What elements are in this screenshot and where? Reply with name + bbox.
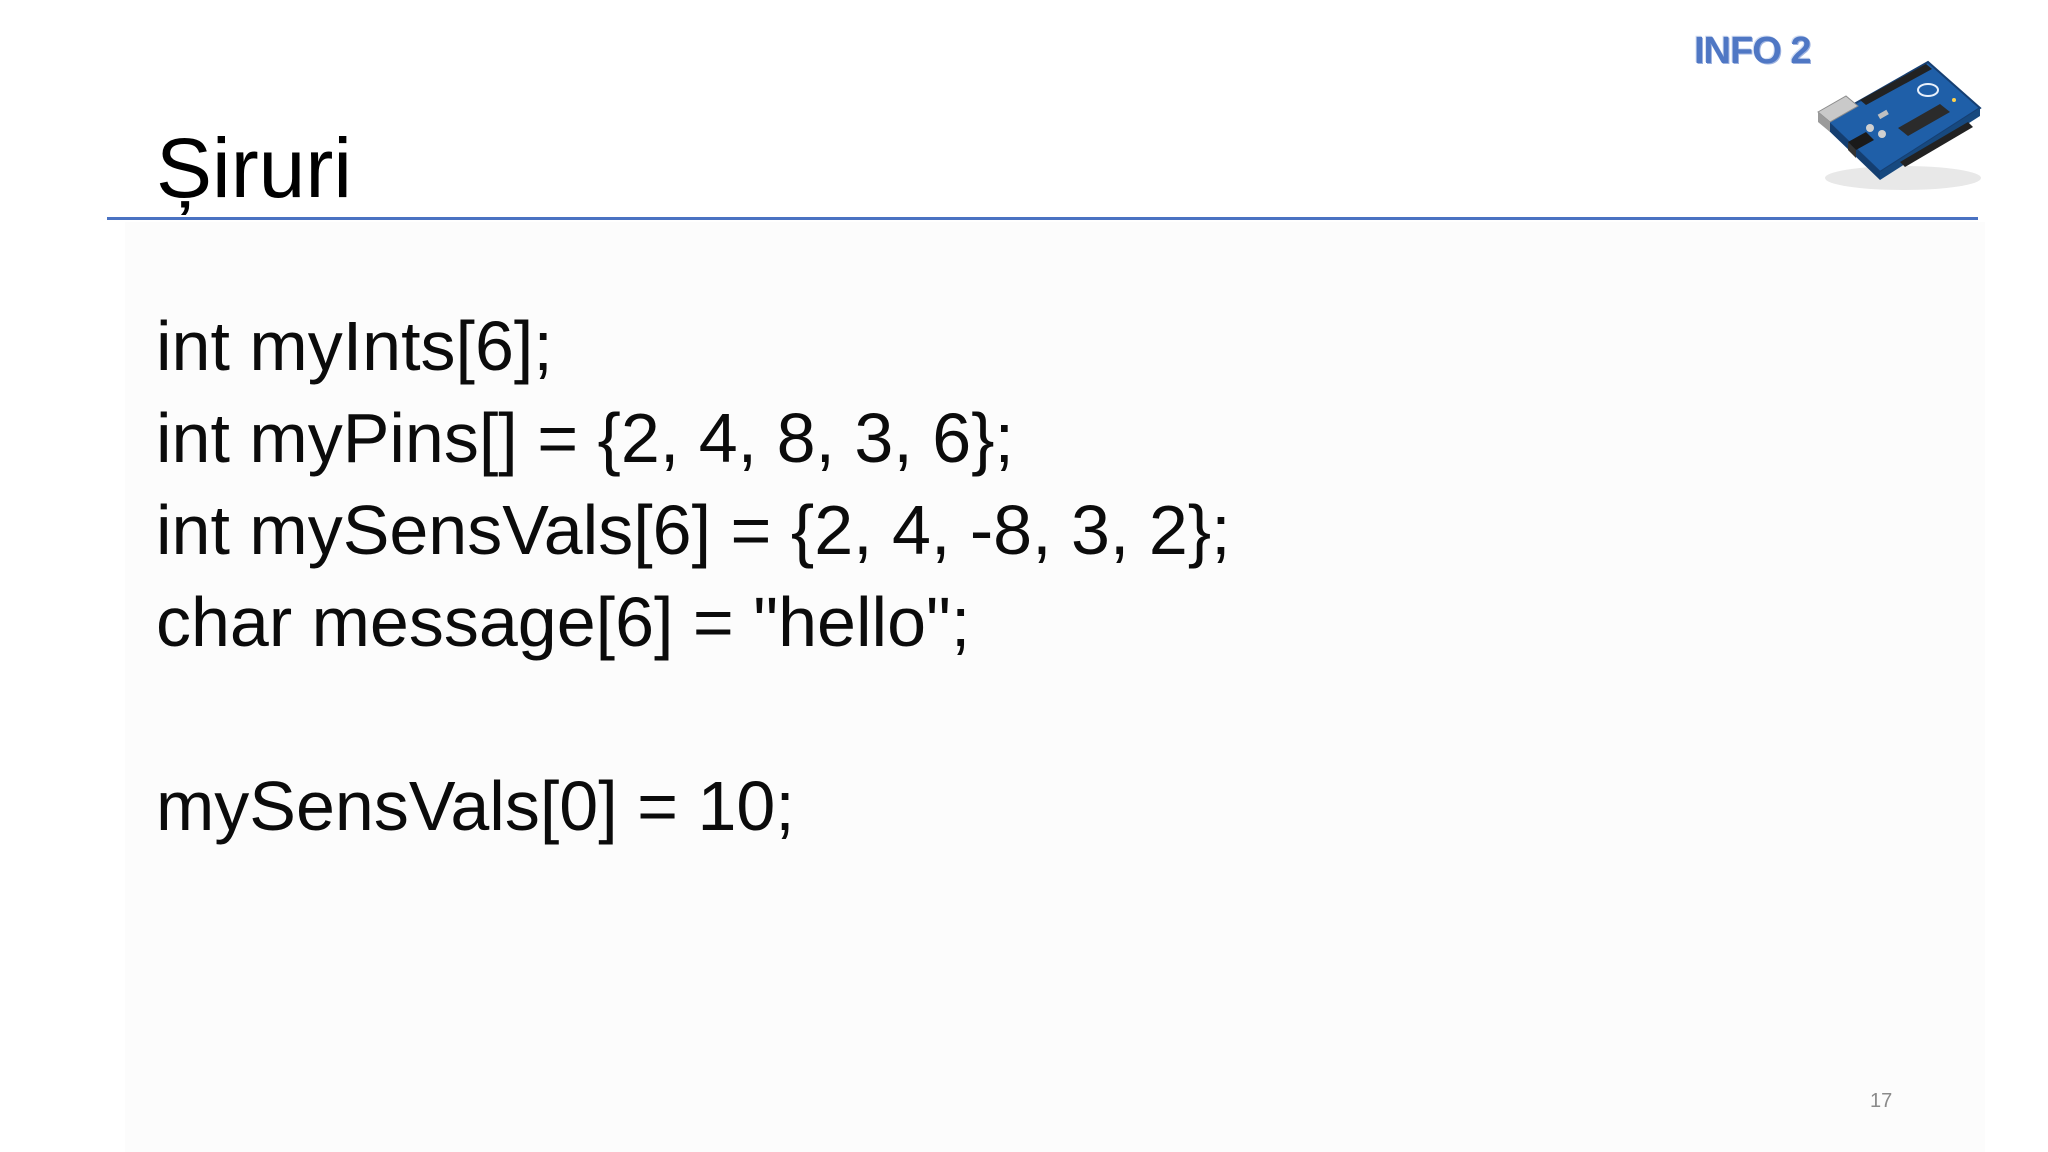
code-line: char message[6] = "hello"; [156, 583, 971, 661]
code-line: int mySensVals[6] = {2, 4, -8, 3, 2}; [156, 491, 1231, 569]
arduino-board-image [1817, 60, 1982, 190]
code-line: int myInts[6]; [156, 307, 553, 385]
course-badge: INFO 2 [1694, 30, 1811, 72]
code-line: mySensVals[0] = 10; [156, 767, 795, 845]
code-line-blank [156, 668, 1231, 760]
title-divider [107, 217, 1978, 220]
slide-title: Șiruri [156, 121, 353, 215]
code-block: int myInts[6]; int myPins[] = {2, 4, 8, … [156, 300, 1231, 852]
page-number: 17 [1870, 1090, 1893, 1112]
code-line: int myPins[] = {2, 4, 8, 3, 6}; [156, 399, 1014, 477]
slide: INFO 2 Șiruri int myInts[6]; int myPins[… [0, 0, 2048, 1152]
